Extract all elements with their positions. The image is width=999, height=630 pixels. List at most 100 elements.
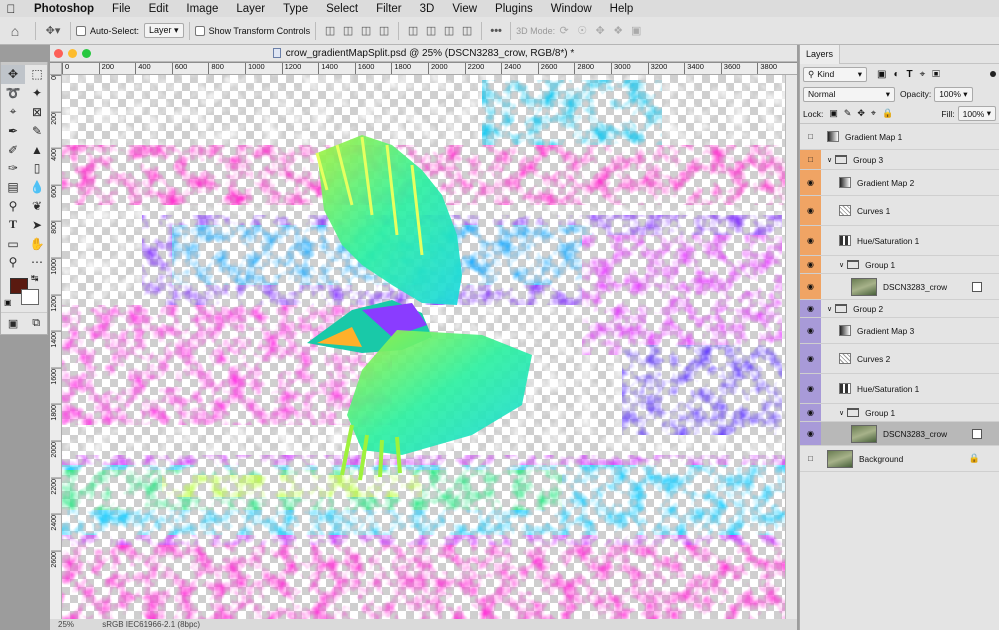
layer-kind-filter[interactable]: ⚲ Kind ▾ xyxy=(803,66,867,82)
menu-select[interactable]: Select xyxy=(317,3,367,15)
screen-mode-icon[interactable]: ⧉ xyxy=(32,317,40,330)
layer-row[interactable]: ◉ ∨ Group 1 xyxy=(800,404,999,422)
auto-select-dropdown[interactable]: Layer ▾ xyxy=(144,23,184,38)
quick-mask-icon[interactable]: ▣ xyxy=(8,317,18,330)
eye-icon[interactable]: ◉ xyxy=(800,422,821,445)
fill-field[interactable]: 100% ▾ xyxy=(957,106,996,121)
type-tool-icon[interactable]: T xyxy=(1,215,25,234)
layer-row[interactable]: ◉ Hue/Saturation 1 xyxy=(800,226,999,256)
blend-mode-dropdown[interactable]: Normal ▾ xyxy=(803,86,895,102)
align-bottom-icon[interactable]: ◫ xyxy=(422,24,440,37)
3d-scale-icon[interactable]: ▣ xyxy=(627,24,645,37)
eraser-icon[interactable]: ▯ xyxy=(25,159,49,178)
status-zoom[interactable]: 25% xyxy=(58,620,74,629)
minimize-window-icon[interactable] xyxy=(68,49,77,58)
menu-layer[interactable]: Layer xyxy=(227,3,274,15)
healing-brush-icon[interactable]: ✎ xyxy=(25,121,49,140)
lock-icons[interactable]: ▣✎✥⌖🔒 xyxy=(829,108,899,119)
menu-file[interactable]: File xyxy=(103,3,140,15)
align-left-icon[interactable]: ◫ xyxy=(321,24,339,37)
lasso-tool-icon[interactable]: ➰ xyxy=(1,84,25,103)
menu-filter[interactable]: Filter xyxy=(367,3,411,15)
layer-row[interactable]: □ Background 🔒 xyxy=(800,446,999,472)
magic-wand-icon[interactable]: ✦ xyxy=(25,84,49,103)
swap-colors-icon[interactable]: ↹ xyxy=(31,273,39,284)
tab-layers[interactable]: Layers xyxy=(800,44,841,64)
path-select-icon[interactable]: ➤ xyxy=(25,215,49,234)
eye-icon[interactable]: ◉ xyxy=(800,274,821,299)
blur-tool-icon[interactable]: 💧 xyxy=(25,178,49,197)
chevron-down-icon[interactable]: ∨ xyxy=(827,305,832,313)
layer-row[interactable]: ◉ Hue/Saturation 1 xyxy=(800,374,999,404)
eye-icon[interactable]: ◉ xyxy=(800,318,821,343)
distribute-spacing-icon[interactable]: ◫ xyxy=(458,24,476,37)
more-tools-icon[interactable]: ⋯ xyxy=(25,253,49,272)
layer-row[interactable]: ◉ Curves 1 xyxy=(800,196,999,226)
apple-icon[interactable]:  xyxy=(0,2,22,16)
ellipsis-icon[interactable]: ••• xyxy=(487,25,505,37)
layer-row[interactable]: □ ∨ Group 3 xyxy=(800,150,999,170)
visibility-toggle[interactable]: □ xyxy=(800,124,821,149)
move-tool-icon[interactable]: ✥ xyxy=(1,65,25,84)
menu-window[interactable]: Window xyxy=(542,3,601,15)
visibility-toggle[interactable]: □ xyxy=(800,446,821,471)
vertical-scrollbar[interactable] xyxy=(785,75,797,619)
frame-tool-icon[interactable]: ⊠ xyxy=(25,103,49,122)
ruler-origin[interactable] xyxy=(50,63,62,75)
layer-row[interactable]: ◉ ∨ Group 1 xyxy=(800,256,999,274)
canvas[interactable] xyxy=(62,75,785,619)
dodge-tool-icon[interactable]: ⚲ xyxy=(1,197,25,216)
zoom-tool-icon[interactable]: ⚲ xyxy=(1,253,25,272)
document-title-bar[interactable]: crow_gradientMapSplit.psd @ 25% (DSCN328… xyxy=(50,45,797,62)
layer-row[interactable]: ◉ Curves 2 xyxy=(800,344,999,374)
align-center-icon[interactable]: ◫ xyxy=(339,24,357,37)
eye-icon[interactable]: ◉ xyxy=(800,300,821,317)
layer-row[interactable]: ◉ Gradient Map 3 xyxy=(800,318,999,344)
3d-slide-icon[interactable]: ❖ xyxy=(609,24,627,37)
menu-edit[interactable]: Edit xyxy=(140,3,178,15)
eye-icon[interactable]: ◉ xyxy=(800,170,821,195)
menu-type[interactable]: Type xyxy=(274,3,317,15)
eye-icon[interactable]: ◉ xyxy=(800,256,821,273)
layer-row[interactable]: ◉ ∨ Group 2 xyxy=(800,300,999,318)
eye-icon[interactable]: ◉ xyxy=(800,404,821,421)
marquee-tool-icon[interactable]: ⬚ xyxy=(25,65,49,84)
filter-toggle-icon[interactable] xyxy=(990,71,996,77)
opacity-field[interactable]: 100% ▾ xyxy=(934,86,973,102)
stamp-tool-icon[interactable]: ▲ xyxy=(25,140,49,159)
auto-select-checkbox[interactable] xyxy=(76,25,86,36)
3d-roll-icon[interactable]: ☉ xyxy=(573,24,591,37)
align-right-icon[interactable]: ◫ xyxy=(357,24,375,37)
ruler-vertical[interactable]: 0 200 400 600 800 1000 1200 1400 1600 1800 2000 220… xyxy=(50,75,62,619)
layer-row[interactable]: □ Gradient Map 1 xyxy=(800,124,999,150)
move-tool-preset-icon[interactable]: ✥▾ xyxy=(41,24,65,37)
layer-row[interactable]: ◉ DSCN3283_crow xyxy=(800,422,999,446)
crop-tool-icon[interactable]: ⌖ xyxy=(1,103,25,122)
eyedropper-icon[interactable]: ✒ xyxy=(1,121,25,140)
chevron-down-icon[interactable]: ∨ xyxy=(827,156,832,164)
status-profile[interactable]: sRGB IEC61966-2.1 (8bpc) xyxy=(102,620,200,629)
history-brush-icon[interactable]: ✑ xyxy=(1,159,25,178)
zoom-window-icon[interactable] xyxy=(82,49,91,58)
filter-type-icons[interactable]: ▣◐T⌖▣ xyxy=(877,69,947,80)
menu-3d[interactable]: 3D xyxy=(411,3,444,15)
hand-tool-icon[interactable]: ✋ xyxy=(25,234,49,253)
3d-orbit-icon[interactable]: ⟳ xyxy=(555,24,573,37)
menu-image[interactable]: Image xyxy=(177,3,227,15)
menu-help[interactable]: Help xyxy=(601,3,643,15)
brush-tool-icon[interactable]: ✐ xyxy=(1,140,25,159)
app-menu[interactable]: Photoshop xyxy=(22,3,103,15)
eye-icon[interactable]: ◉ xyxy=(800,374,821,403)
3d-pan-icon[interactable]: ✥ xyxy=(591,24,609,37)
ruler-horizontal[interactable]: 0 200 400 600 800 1000 1200 1400 1600 1800 2000 220… xyxy=(62,63,797,75)
eye-icon[interactable]: ◉ xyxy=(800,344,821,373)
chevron-down-icon[interactable]: ∨ xyxy=(839,261,844,269)
background-color-swatch[interactable] xyxy=(21,288,39,305)
close-window-icon[interactable] xyxy=(54,49,63,58)
chevron-down-icon[interactable]: ∨ xyxy=(839,409,844,417)
gradient-tool-icon[interactable]: ▤ xyxy=(1,178,25,197)
pen-tool-icon[interactable]: ❦ xyxy=(25,197,49,216)
align-top-icon[interactable]: ◫ xyxy=(375,24,393,37)
align-vcenter-icon[interactable]: ◫ xyxy=(404,24,422,37)
layer-row[interactable]: ◉ Gradient Map 2 xyxy=(800,170,999,196)
